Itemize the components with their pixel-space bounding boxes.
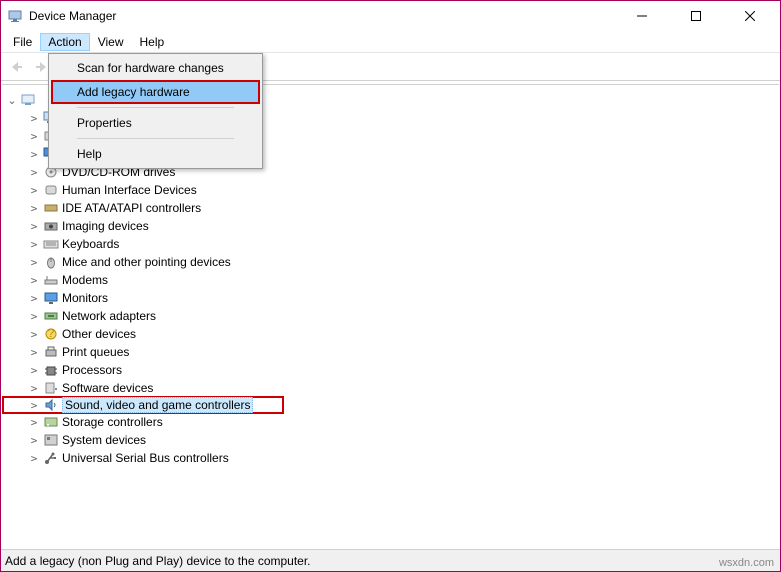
expand-icon[interactable]: > [28,220,40,233]
tree-item-label: Mice and other pointing devices [62,255,231,269]
menu-bar: File Action View Help [1,31,780,53]
tree-item-label: Imaging devices [62,219,149,233]
tree-item-label: Monitors [62,291,108,305]
system-icon [43,432,59,448]
toolbar-back-button[interactable] [3,56,29,78]
print-icon [43,344,59,360]
other-icon: ? [43,326,59,342]
expand-icon[interactable]: > [28,238,40,251]
window-title: Device Manager [29,9,624,23]
tree-item[interactable]: > Monitors [2,289,779,307]
tree-item-label: IDE ATA/ATAPI controllers [62,201,201,215]
collapse-icon[interactable]: ⌄ [6,94,18,107]
menu-file[interactable]: File [5,33,40,51]
imaging-icon [43,218,59,234]
menu-action[interactable]: Action [40,33,89,51]
tree-item-label: Keyboards [62,237,119,251]
network-icon [43,308,59,324]
menu-view[interactable]: View [90,33,132,51]
action-menu-dropdown: Scan for hardware changes Add legacy har… [48,53,263,169]
tree-item-label: System devices [62,433,146,447]
hid-icon [43,182,59,198]
tree-item[interactable]: > IDE ATA/ATAPI controllers [2,199,779,217]
tree-item-label: Modems [62,273,108,287]
tree-item[interactable]: > Modems [2,271,779,289]
usb-icon [43,450,59,466]
expand-icon[interactable]: > [28,274,40,287]
svg-text:?: ? [48,327,55,340]
expand-icon[interactable]: > [28,292,40,305]
close-button[interactable] [732,4,768,28]
maximize-button[interactable] [678,4,714,28]
tree-item-label: Network adapters [62,309,156,323]
keyboard-icon [43,236,59,252]
window-controls [624,4,774,28]
mouse-icon [43,254,59,270]
menu-separator [77,107,234,108]
expand-icon[interactable]: > [28,399,40,412]
tree-item-label: Print queues [62,345,129,359]
menu-add-legacy-hardware[interactable]: Add legacy hardware [51,80,260,104]
tree-item-label: Other devices [62,327,136,341]
tree-item-label: Software devices [62,381,153,395]
tree-item[interactable]: > Imaging devices [2,217,779,235]
tree-item[interactable]: > System devices [2,431,779,449]
computer-root-icon [20,92,36,108]
status-bar: Add a legacy (non Plug and Play) device … [1,549,780,571]
title-bar: Device Manager [1,1,780,31]
menu-scan-hardware[interactable]: Scan for hardware changes [51,56,260,80]
tree-item[interactable]: > Sound, video and game controllers [2,396,284,414]
menu-help[interactable]: Help [51,142,260,166]
menu-separator [77,138,234,139]
expand-icon[interactable]: > [28,346,40,359]
tree-item[interactable]: > Software devices [2,379,779,397]
app-icon [7,8,23,24]
menu-help[interactable]: Help [132,33,173,51]
tree-item[interactable]: > Network adapters [2,307,779,325]
tree-item[interactable]: > Keyboards [2,235,779,253]
expand-icon[interactable]: > [28,202,40,215]
tree-item[interactable]: >? Other devices [2,325,779,343]
expand-icon[interactable]: > [28,416,40,429]
expand-icon[interactable]: > [28,112,40,125]
ide-icon [43,200,59,216]
tree-item-label: Universal Serial Bus controllers [62,451,229,465]
expand-icon[interactable]: > [28,310,40,323]
expand-icon[interactable]: > [28,148,40,161]
expand-icon[interactable]: > [28,256,40,269]
tree-item-label: Human Interface Devices [62,183,197,197]
status-text: Add a legacy (non Plug and Play) device … [5,554,311,568]
sound-icon [43,397,59,413]
expand-icon[interactable]: > [28,184,40,197]
menu-properties[interactable]: Properties [51,111,260,135]
tree-item[interactable]: > Mice and other pointing devices [2,253,779,271]
software-icon [43,380,59,396]
expand-icon[interactable]: > [28,434,40,447]
expand-icon[interactable]: > [28,382,40,395]
tree-item[interactable]: > Storage controllers [2,413,779,431]
processor-icon [43,362,59,378]
storage-icon [43,414,59,430]
tree-item[interactable]: > Processors [2,361,779,379]
expand-icon[interactable]: > [28,328,40,341]
tree-item[interactable]: > Human Interface Devices [2,181,779,199]
tree-item-label: Sound, video and game controllers [62,397,253,413]
tree-item-label: Storage controllers [62,415,163,429]
watermark: wsxdn.com [719,557,774,569]
expand-icon[interactable]: > [28,364,40,377]
expand-icon[interactable]: > [28,452,40,465]
expand-icon[interactable]: > [28,130,40,143]
tree-item[interactable]: > Print queues [2,343,779,361]
modem-icon [43,272,59,288]
tree-item[interactable]: > Universal Serial Bus controllers [2,449,779,467]
monitor-icon [43,290,59,306]
minimize-button[interactable] [624,4,660,28]
tree-item-label: Processors [62,363,122,377]
expand-icon[interactable]: > [28,166,40,179]
